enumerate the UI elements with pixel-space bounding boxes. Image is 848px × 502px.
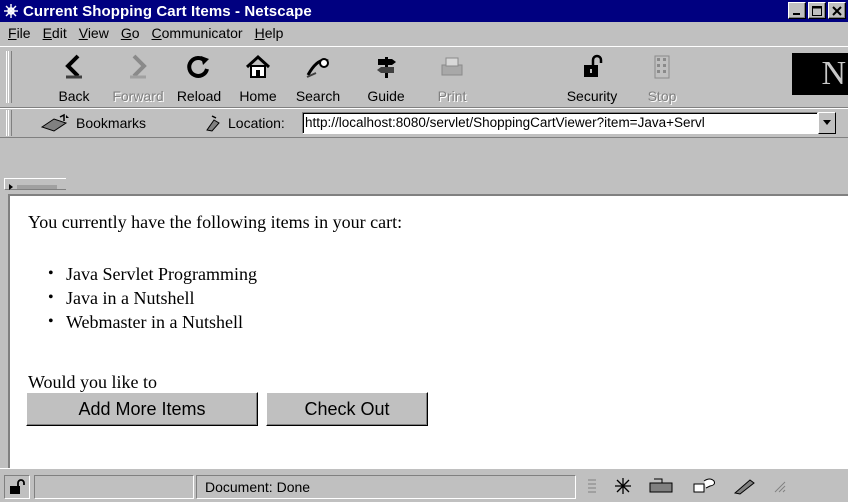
window-title: Current Shopping Cart Items - Netscape <box>23 2 312 20</box>
print-button[interactable]: Print <box>422 53 482 107</box>
page-content: You currently have the following items i… <box>8 194 848 468</box>
menu-bar: File Edit View Go Communicator Help <box>0 22 848 44</box>
collapsed-toolbar-tab[interactable] <box>4 178 66 190</box>
printer-icon <box>438 53 466 81</box>
stop-icon <box>648 53 676 81</box>
bookmarks-icon <box>40 113 70 133</box>
security-status-lock-icon[interactable] <box>4 475 30 499</box>
minimize-button[interactable] <box>788 2 806 19</box>
home-icon <box>244 53 272 81</box>
search-button[interactable]: Search <box>288 53 348 107</box>
reload-icon <box>185 53 213 81</box>
cart-intro-text: You currently have the following items i… <box>28 212 403 232</box>
netscape-app-icon[interactable] <box>3 3 19 19</box>
menu-file[interactable]: File <box>2 25 37 41</box>
location-url-input[interactable]: http://localhost:8080/servlet/ShoppingCa… <box>302 112 818 134</box>
component-bar <box>580 475 840 499</box>
status-bar: Document: Done <box>0 468 848 502</box>
minimize-icon <box>793 12 800 15</box>
chevron-down-icon <box>823 120 831 125</box>
resize-grip-icon[interactable] <box>772 479 786 496</box>
location-toolbar-grip[interactable] <box>6 110 12 136</box>
close-icon <box>832 5 842 16</box>
add-more-items-button[interactable]: Add More Items <box>26 392 258 426</box>
question-text: Would you like to <box>28 372 158 392</box>
list-item: Java in a Nutshell <box>48 286 257 310</box>
toolbar-grip[interactable] <box>6 51 12 103</box>
navigation-toolbar: Back Forward Reload Home Search Guide Pr… <box>0 47 848 107</box>
maximize-button[interactable] <box>808 2 826 19</box>
search-icon <box>304 53 332 81</box>
check-out-button[interactable]: Check Out <box>266 392 428 426</box>
cart-items-list: Java Servlet Programming Java in a Nutsh… <box>48 262 257 334</box>
menu-view[interactable]: View <box>73 25 115 41</box>
list-item: Java Servlet Programming <box>48 262 257 286</box>
component-bar-grip-icon[interactable] <box>586 477 598 498</box>
browser-window: Current Shopping Cart Items - Netscape F… <box>0 0 848 502</box>
composer-icon[interactable] <box>732 477 758 498</box>
netscape-logo[interactable]: N <box>792 53 848 95</box>
back-arrow-icon <box>60 53 88 81</box>
menu-help[interactable]: Help <box>249 25 290 41</box>
discussion-groups-icon[interactable] <box>692 477 718 498</box>
location-history-dropdown[interactable] <box>818 112 836 134</box>
close-button[interactable] <box>828 2 846 19</box>
page-proxy-icon[interactable] <box>204 114 222 132</box>
maximize-icon <box>812 5 822 16</box>
location-label: Location: <box>204 112 285 134</box>
bookmarks-button[interactable]: Bookmarks <box>40 112 146 134</box>
collapsed-toolbar-strip <box>0 178 848 192</box>
guide-button[interactable]: Guide <box>356 53 416 107</box>
progress-bar <box>34 475 194 499</box>
back-button[interactable]: Back <box>44 53 104 107</box>
stop-button[interactable]: Stop <box>632 53 692 107</box>
security-button[interactable]: Security <box>562 53 622 107</box>
window-controls <box>786 2 846 19</box>
menu-edit[interactable]: Edit <box>37 25 73 41</box>
mailbox-icon[interactable] <box>648 477 678 498</box>
forward-arrow-icon <box>124 53 152 81</box>
forward-button[interactable]: Forward <box>108 53 168 107</box>
home-button[interactable]: Home <box>228 53 288 107</box>
reload-button[interactable]: Reload <box>169 53 229 107</box>
status-text: Document: Done <box>196 475 576 499</box>
padlock-icon <box>578 53 606 81</box>
toolbar-area: Back Forward Reload Home Search Guide Pr… <box>0 46 848 138</box>
menu-go[interactable]: Go <box>115 25 146 41</box>
title-bar: Current Shopping Cart Items - Netscape <box>0 0 848 22</box>
navigator-icon[interactable] <box>612 477 634 498</box>
location-toolbar: Bookmarks Location: http://localhost:808… <box>0 107 848 137</box>
guide-signpost-icon <box>372 53 400 81</box>
list-item: Webmaster in a Nutshell <box>48 310 257 334</box>
menu-communicator[interactable]: Communicator <box>146 25 249 41</box>
